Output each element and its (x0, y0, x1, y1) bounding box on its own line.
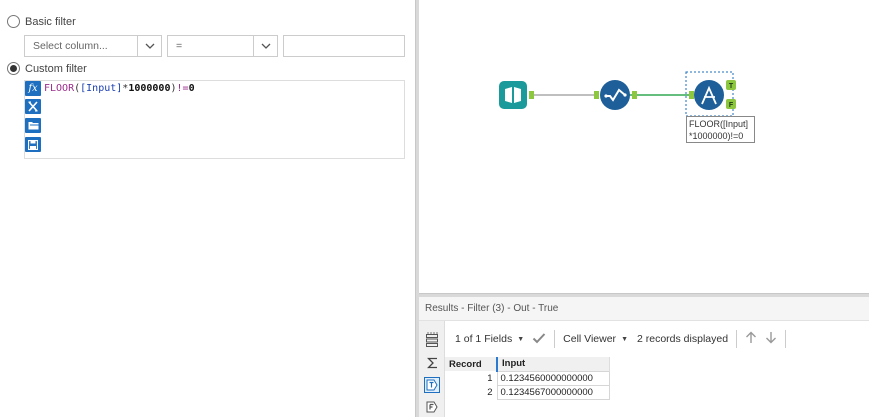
column-select-placeholder: Select column... (33, 40, 108, 52)
annotation-line: *1000000)!=0 (689, 131, 744, 141)
results-sidebar (419, 321, 445, 417)
filter-tool: T F (685, 71, 736, 117)
output-anchor (529, 91, 534, 99)
toolbar-separator (785, 330, 787, 348)
open-folder-icon[interactable] (25, 118, 41, 133)
record-number: 2 (445, 385, 497, 399)
results-grid: Record Input 1 0.1234560000000000 2 0.12… (445, 357, 610, 400)
functions-icon[interactable]: fx (25, 81, 41, 96)
results-title: Results - Filter (3) - Out - True (419, 297, 869, 321)
filter-annotation: FLOOR([Input] *1000000)!=0 (686, 116, 755, 143)
table-row[interactable]: 2 0.1234567000000000 (445, 384, 610, 400)
basic-filter-radio[interactable] (7, 15, 20, 28)
results-toolbar: 1 of 1 Fields ▼ Cell Viewer ▼ 2 records … (445, 327, 794, 351)
variables-icon[interactable] (25, 99, 41, 114)
caret-down-icon: ▼ (621, 335, 628, 343)
annotation-line: FLOOR([Input] (689, 119, 749, 129)
records-count: 2 records displayed (637, 333, 729, 345)
basic-filter-option[interactable]: Basic filter (7, 15, 76, 28)
custom-filter-label: Custom filter (25, 62, 87, 75)
sum-icon[interactable] (424, 355, 440, 371)
input-anchor (594, 91, 599, 99)
input-data-tool (499, 81, 534, 109)
expression-comparison: != (176, 83, 189, 94)
input-column-header[interactable]: Input (496, 357, 610, 371)
input-anchor (689, 91, 694, 99)
chevron-down-icon[interactable] (253, 36, 277, 56)
save-icon[interactable] (25, 137, 41, 152)
arrow-up-icon[interactable] (745, 331, 757, 347)
operator-select[interactable]: = (167, 35, 278, 57)
custom-filter-option[interactable]: Custom filter (7, 62, 87, 75)
workflow-diagram: T F (499, 71, 736, 117)
custom-filter-radio[interactable] (7, 62, 20, 75)
fields-selector[interactable]: 1 of 1 Fields ▼ (455, 333, 524, 345)
chevron-down-icon[interactable] (137, 36, 161, 56)
expression-field: [Input] (80, 83, 123, 94)
operator-select-value: = (176, 40, 183, 52)
output-anchor (632, 91, 637, 99)
arrow-down-icon[interactable] (765, 331, 777, 347)
false-output-icon[interactable] (424, 399, 440, 415)
toolbar-separator (736, 330, 738, 348)
filter-icon (694, 80, 724, 110)
grid-header-row: Record Input (445, 357, 610, 371)
false-anchor-label: F (729, 102, 734, 109)
value-input[interactable] (283, 35, 405, 57)
expression-zero: 0 (188, 83, 195, 94)
toolbar-separator (554, 330, 556, 348)
expression-function: FLOOR (44, 83, 75, 94)
true-anchor-label: T (729, 83, 734, 90)
column-select[interactable]: Select column... (24, 35, 162, 57)
workflow-canvas[interactable]: T F FLOOR([Input] *1000000)!=0 (419, 0, 869, 293)
record-column-header[interactable]: Record (445, 357, 498, 371)
caret-down-icon: ▼ (517, 335, 525, 343)
record-number: 1 (445, 371, 497, 385)
table-view-icon[interactable] (424, 332, 440, 348)
fields-selector-label: 1 of 1 Fields (455, 333, 513, 345)
expression-number: 1000000 (128, 83, 171, 94)
filter-configuration-panel: Basic filter Select column... = Custom f… (0, 0, 415, 417)
apply-check-icon[interactable] (532, 332, 546, 347)
input-cell[interactable]: 0.1234560000000000 (496, 370, 610, 386)
book-icon (499, 81, 527, 109)
true-output-icon[interactable] (424, 377, 440, 393)
expression-text[interactable]: FLOOR([Input]*1000000)!=0 (44, 83, 195, 94)
table-row[interactable]: 1 0.1234560000000000 (445, 370, 610, 386)
cell-viewer-dropdown[interactable]: Cell Viewer ▼ (563, 333, 628, 345)
input-cell[interactable]: 0.1234567000000000 (496, 384, 610, 400)
cell-viewer-label: Cell Viewer (563, 333, 617, 345)
results-panel: Results - Filter (3) - Out - True 1 of 1… (419, 297, 869, 417)
basic-filter-label: Basic filter (25, 15, 76, 28)
